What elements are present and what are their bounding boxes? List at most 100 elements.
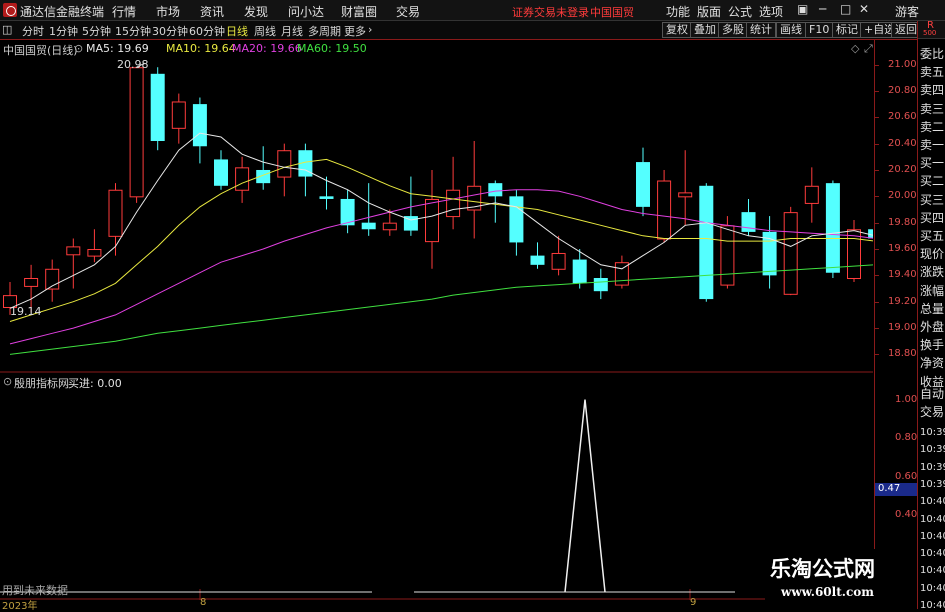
y-tick-label: 20.00 [888,190,917,202]
candle-body-up [277,150,292,178]
fuquan-button[interactable]: 复权 [662,22,692,38]
candle-body-up [425,198,439,243]
ma60-line [9,264,873,355]
period-15min[interactable]: 15分钟 [115,23,151,39]
price-axis: 21.00 20.80 20.60 20.40 20.20 20.00 19.80 19.60… [874,40,918,600]
guest-label[interactable]: 游客 [895,3,919,20]
menu-caifuquan[interactable]: 财富圈 [341,3,377,20]
x-label-aug: 8 [200,597,207,608]
close-icon[interactable]: ✕ [859,2,869,16]
chevron-right-icon[interactable]: › [368,23,372,36]
period-30min[interactable]: 30分钟 [152,23,188,39]
trade-time: 10:40 [920,565,945,577]
quote-field-label: 交易 [920,405,945,419]
candle-body-up [108,189,123,237]
minimize-icon[interactable]: ─ [819,2,826,16]
menu-hangqing[interactable]: 行情 [112,3,136,20]
expand-icon[interactable]: ⤢ [864,42,873,56]
menu-zixun[interactable]: 资讯 [200,3,224,20]
menu-banmian[interactable]: 版面 [697,3,721,20]
maximize-icon[interactable]: □ [840,2,851,16]
period-monthly[interactable]: 月线 [281,23,303,39]
f10-button[interactable]: F10 [805,22,834,38]
indicator-spike [564,399,606,593]
diejia-button[interactable]: 叠加 [690,22,720,38]
y-tick-mark [875,249,879,251]
menu-wenxiaoda[interactable]: 问小达 [288,3,324,20]
candle-body-down [214,159,228,186]
candle-body-up [720,225,735,286]
y-tick-mark [875,169,879,171]
biaoji-button[interactable]: 标记 [832,22,862,38]
y-tick-mark [875,64,879,66]
duogu-button[interactable]: 多股 [718,22,748,38]
period-multi[interactable]: 多周期 [308,23,341,39]
diamond-icon[interactable]: ◇ [851,42,859,55]
quote-field-label: 外盘 [920,320,945,334]
indicator-menu-icon[interactable]: ⊙ [3,375,12,388]
candle-body-down [319,196,334,199]
menu-faxian[interactable]: 发现 [244,3,268,20]
quote-field-label: 涨幅 [920,283,945,298]
period-weekly[interactable]: 周线 [254,23,276,39]
trade-time: 10:40 [920,496,945,508]
candle-body-up [66,246,81,256]
tongji-button[interactable]: 统计 [746,22,776,38]
quote-field-label: 卖五 [920,65,945,80]
menu-gongshi[interactable]: 公式 [728,3,752,20]
quote-field-label: 换手 [920,338,945,353]
candle-body-up [847,229,861,280]
y-tick-label: 19.60 [888,243,917,255]
x-label-year: 2023年 [2,601,38,612]
trade-time: 10:40 [920,548,945,560]
y-tick-mark [875,196,879,198]
quote-field-label: 卖二 [920,119,945,134]
y-tick-label: 20.60 [888,111,917,123]
quote-field-label: 卖三 [920,101,945,116]
candle-body-up [24,278,39,287]
period-daily[interactable]: 日线 [226,23,248,39]
quote-field-label: 买一 [920,156,945,171]
period-1min[interactable]: 1分钟 [49,23,78,39]
y-tick-label: 20.80 [888,84,917,96]
candle-body-up [783,212,798,295]
trade-login-notice[interactable]: 证券交易未登录 [512,4,589,20]
y-tick-label: 18.80 [888,348,917,360]
indicator-title[interactable]: 殷朋指标网 [14,375,69,391]
dropdown-icon[interactable]: ◫ [2,23,12,36]
kline-chart[interactable] [0,40,873,600]
stock-period-label[interactable]: 中国国贸(日线) [3,42,78,58]
quote-field-label: 买四 [920,210,945,225]
quote-field-label: 卖一 [920,138,945,152]
indicator-y-tick-label: 0.80 [895,432,918,444]
indicator-y-tick-label: 0.60 [895,470,918,482]
chart-menu-icon[interactable]: ⊙ [74,42,83,55]
candle-body-down [572,259,587,284]
ma20-label: MA20: 19.66 [232,42,302,55]
y-tick-mark [875,117,879,119]
quote-field-label: 现价 [920,247,945,262]
watermark-title: 乐淘公式网 [770,556,875,581]
period-more[interactable]: 更多 [344,23,366,39]
period-fenshi[interactable]: 分时 [22,23,44,39]
menu-jiaoyi[interactable]: 交易 [396,3,420,20]
y-tick-label: 19.00 [888,322,917,334]
quote-field-label: 卖四 [920,83,945,98]
candle-body-down [192,104,207,147]
ma5-label: MA5: 19.69 [86,42,149,55]
y-tick-mark [875,354,879,356]
trade-time: 10:39 [920,444,945,456]
y-tick-label: 19.80 [888,216,917,228]
y-tick-mark [875,90,879,92]
skin-icon[interactable]: ▣ [797,2,808,16]
menu-xuanxiang[interactable]: 选项 [759,3,783,20]
candle-body-up [382,222,397,231]
indicator-buy-label: 买进: 0.00 [68,377,122,390]
huaxian-button[interactable]: 画线 [776,22,806,38]
menu-shichang[interactable]: 市场 [156,3,180,20]
period-5min[interactable]: 5分钟 [82,23,111,39]
ma10-label: MA10: 19.64 [166,42,236,55]
menu-gongneng[interactable]: 功能 [666,3,690,20]
period-60min[interactable]: 60分钟 [189,23,225,39]
r-badge[interactable]: R 500 [918,20,945,39]
